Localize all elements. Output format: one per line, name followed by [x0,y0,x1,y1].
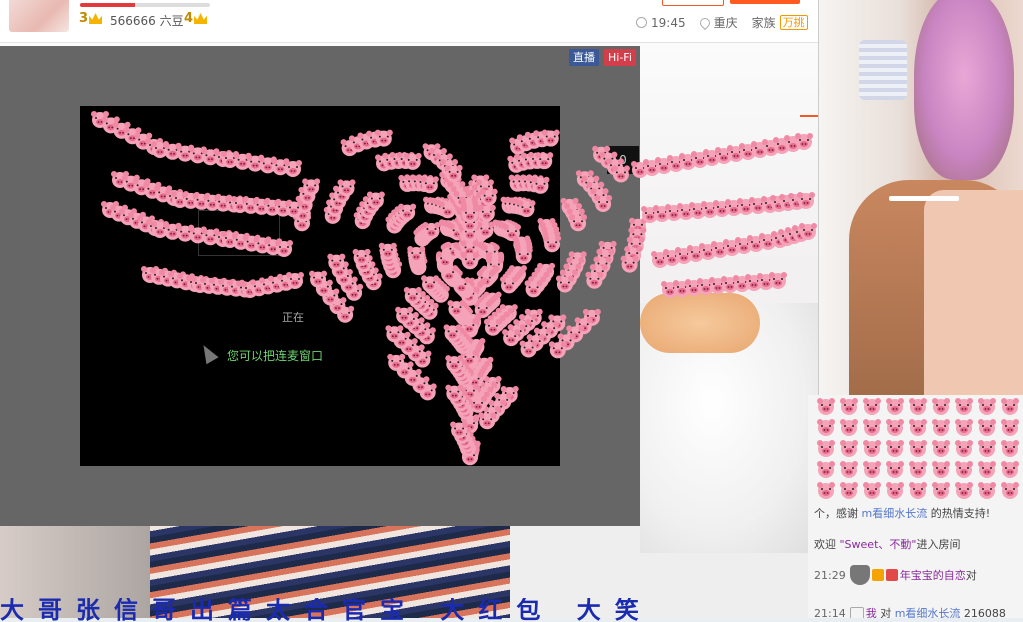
room-meta: 19:45 重庆 家族 万挑 [636,14,808,31]
location-text: 重庆 [713,16,738,30]
user-level-badge: 3 [79,11,103,26]
love-badge-icon [885,569,898,581]
guest-camera-feed[interactable] [818,0,1023,395]
clock-icon [636,17,647,28]
live-badge: 直播 [569,49,599,66]
location-pin-icon [697,15,712,30]
anchor-level-badge: 4 [184,11,208,26]
star-badge-icon [871,569,884,581]
follow-button[interactable] [662,0,724,6]
shield-icon [849,565,870,585]
coin-balance: 566666 六豆 [110,14,184,28]
anchor-avatar[interactable] [9,0,69,32]
chat-panel: 个，感谢 m看细水长流 的热情支持! 欢迎 "Sweet、不動"进入房间 21:… [808,395,1023,618]
gift-button[interactable] [730,0,800,4]
crown-icon [194,13,208,24]
level-progress-bar [80,3,210,7]
loading-text: 正在 [282,311,304,324]
drag-hint-text: 您可以把连麦窗口 [227,349,324,363]
mic-video-area: 正在 您可以把连麦窗口 [80,106,560,466]
mini-counter: 0 [607,146,639,174]
danmaku-scroll-text: 大哥张信哥出篇太合官宝 大红包 大笑 [0,598,653,622]
chat-message: 个，感谢 m看细水长流 的热情支持! [814,507,991,520]
mic-connect-window[interactable]: 直播 Hi-Fi 正在 您可以把连麦窗口 [0,46,640,526]
chat-message: 21:29 年宝宝的自恋 对 [814,565,977,585]
crown-icon [89,13,103,24]
room-header: 3 566666 六豆 4 19:45 重庆 家族 万挑 [0,0,818,43]
chat-message: 21:14 我 对 m看细水长流 216088 [814,605,1006,618]
checkbox-icon [849,607,864,618]
cursor-icon [197,341,219,365]
family-tag[interactable]: 万挑 [779,15,808,30]
family-label: 家族 [751,16,776,30]
time-text: 19:45 [651,15,686,30]
hifi-badge[interactable]: Hi-Fi [604,49,636,66]
chat-message: 欢迎 "Sweet、不動"进入房间 [814,538,961,551]
loading-placeholder [198,210,280,256]
